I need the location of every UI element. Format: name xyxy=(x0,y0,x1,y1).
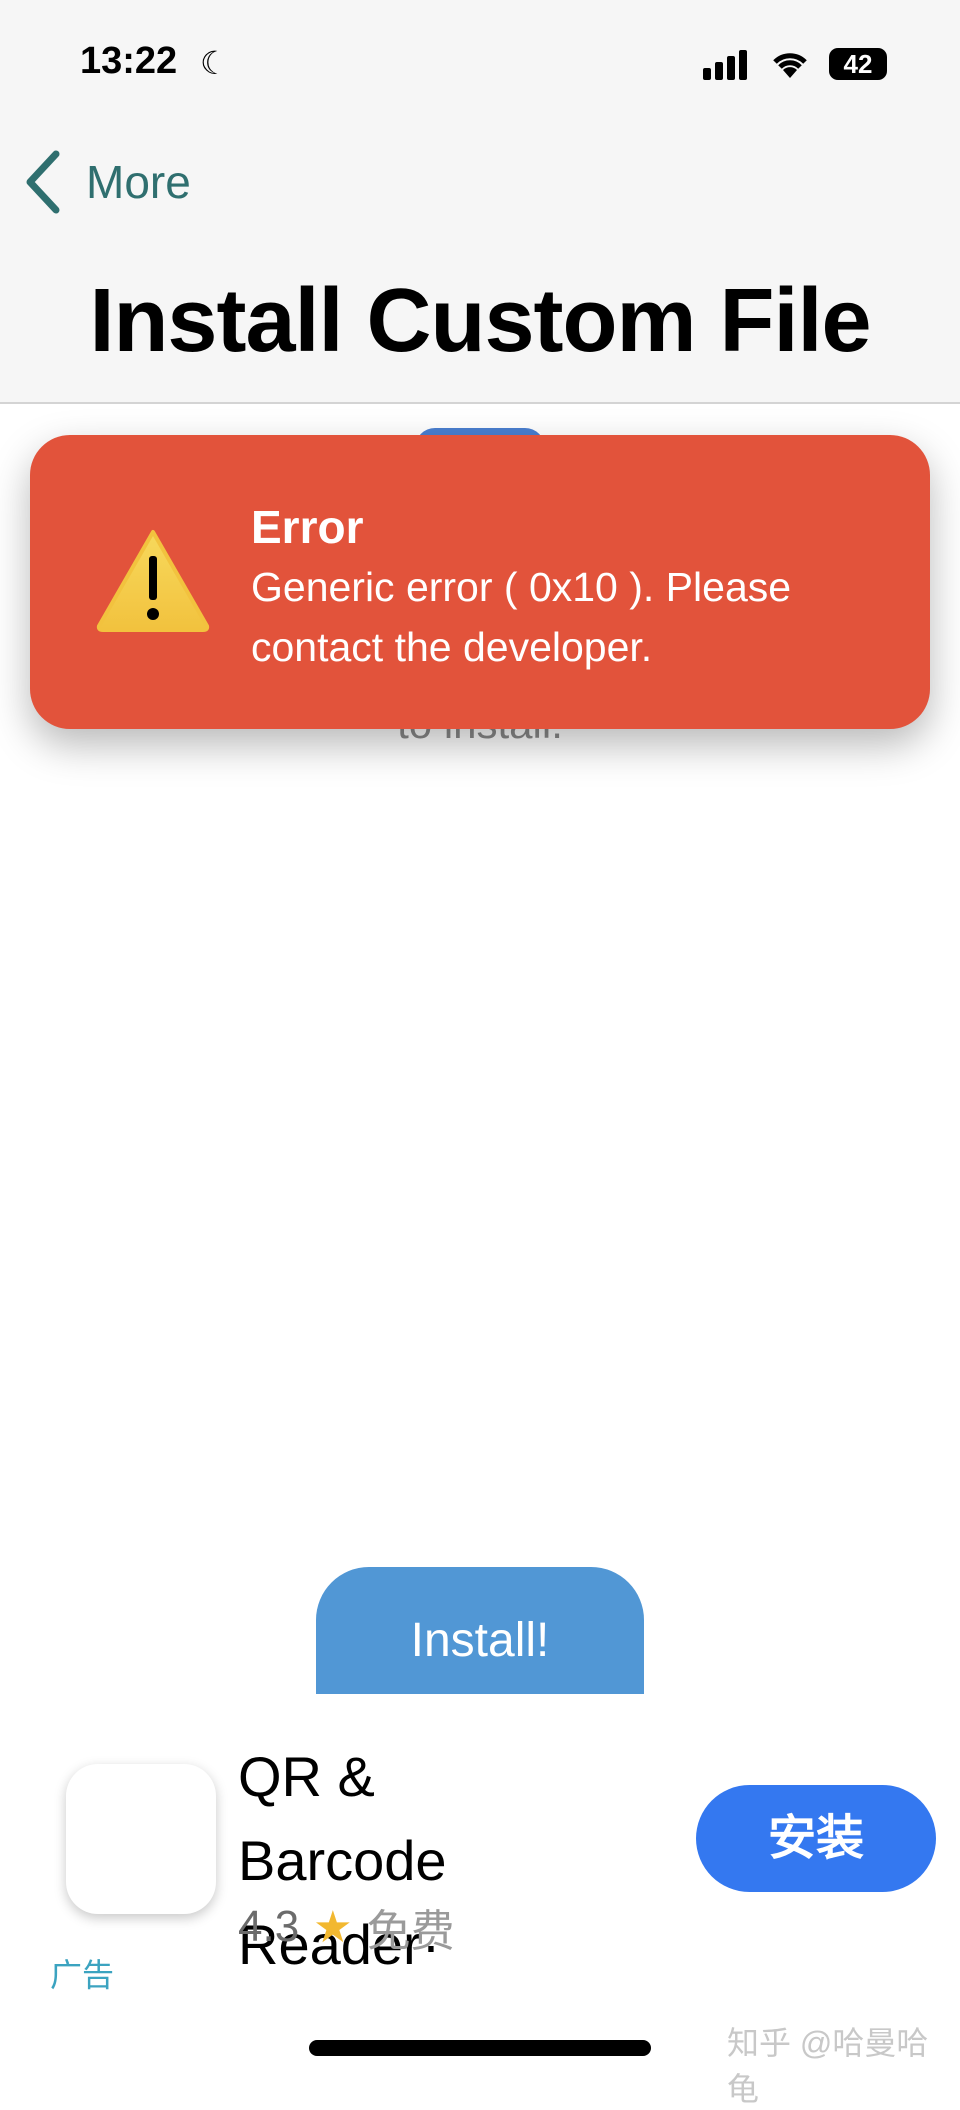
watermark: 知乎 @哈曼哈龟 xyxy=(727,2025,929,2107)
moon-icon: ☾ xyxy=(200,45,229,81)
page-title: Install Custom File xyxy=(89,271,871,371)
status-time: 13:22 xyxy=(80,40,178,82)
wifi-icon xyxy=(769,48,811,85)
rating-value: 4.3 xyxy=(238,1902,300,1951)
back-label: More xyxy=(86,156,191,208)
toast-title: Error xyxy=(251,501,364,553)
toast-message: Generic error ( 0x10 ). Please contact t… xyxy=(251,564,792,670)
signal-icon xyxy=(703,50,749,80)
chevron-left-icon xyxy=(26,150,60,214)
nav-header: 13:22 ☾ 42 More Install Custom File xyxy=(0,0,960,404)
error-toast[interactable]: Error Generic error ( 0x10 ). Please con… xyxy=(30,435,930,729)
ad-price: 免费 xyxy=(366,1907,455,1956)
ad-install-button[interactable]: 安装 xyxy=(696,1785,936,1892)
warning-icon xyxy=(96,530,210,632)
ad-app-icon[interactable] xyxy=(66,1764,216,1914)
home-indicator[interactable] xyxy=(309,2040,651,2056)
install-button[interactable]: Install! xyxy=(316,1567,644,1694)
ad-label: 广告 xyxy=(50,1957,115,1993)
battery-level: 42 xyxy=(843,49,873,79)
battery-icon: 42 xyxy=(829,48,887,80)
back-button[interactable]: More xyxy=(22,150,191,214)
star-icon: ★ xyxy=(313,1902,353,1952)
ad-rating: 4.3 ★ 免费 xyxy=(238,1895,455,1959)
